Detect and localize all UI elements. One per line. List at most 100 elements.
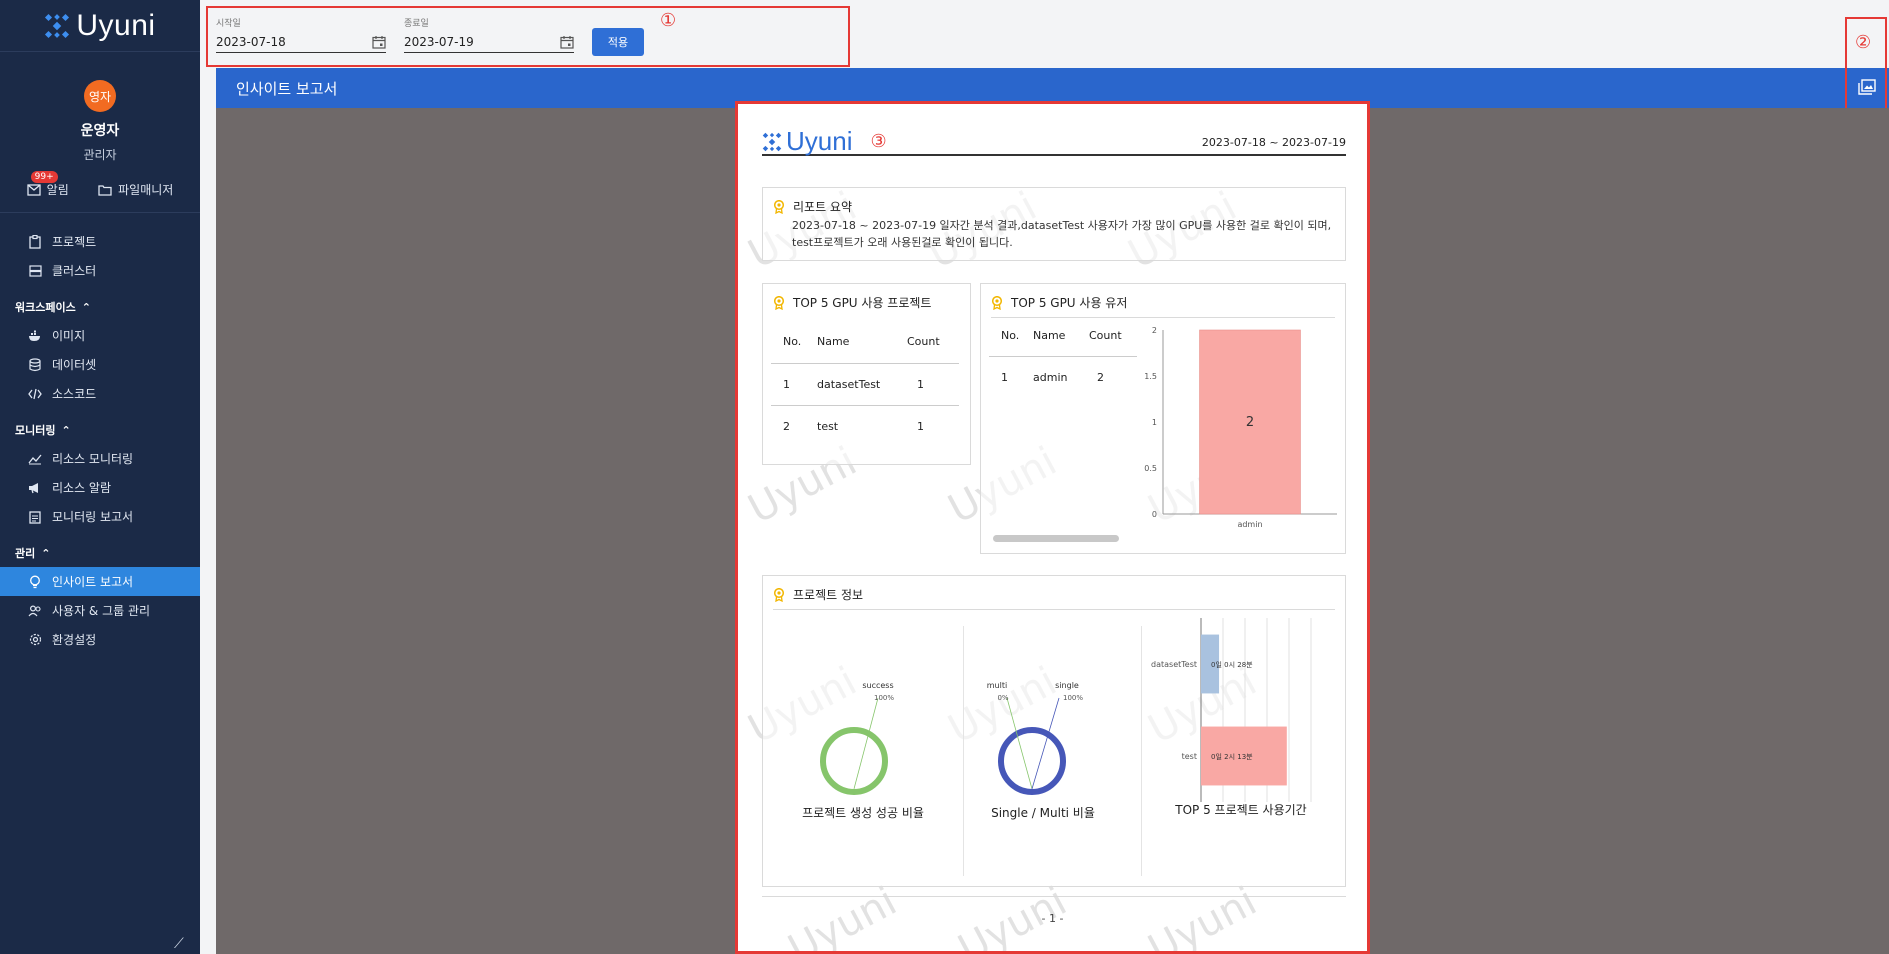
divider — [1141, 626, 1142, 876]
medal-icon — [773, 587, 785, 602]
line-chart-icon — [28, 452, 42, 466]
start-date-label: 시작일 — [216, 19, 241, 29]
file-manager-link[interactable]: 파일매니저 — [98, 181, 173, 198]
image-export-icon[interactable] — [1858, 79, 1876, 95]
sidebar-item-monitoring-report[interactable]: 모니터링 보고서 — [0, 502, 200, 531]
row-count: 2 — [1097, 370, 1104, 384]
end-date-field[interactable]: 종료일 2023-07-19 — [404, 16, 574, 53]
leader-line — [853, 697, 879, 790]
sidebar-item-user-group[interactable]: 사용자 & 그룹 관리 — [0, 596, 200, 625]
table-row[interactable]: 1 admin 2 — [989, 356, 1137, 398]
report-page: Uyuni Uyuni Uyuni Uyuni Uyuni Uyuni Uyun… — [738, 104, 1367, 951]
nav-section-admin[interactable]: 관리 ⌃ — [0, 531, 200, 567]
table-horizontal-scrollbar[interactable] — [993, 535, 1119, 542]
report-page-frame: Uyuni Uyuni Uyuni Uyuni Uyuni Uyuni Uyun… — [735, 101, 1370, 954]
chevron-up-icon: ⌃ — [61, 423, 71, 437]
slice-label: success — [862, 681, 893, 690]
user-name: 운영자 — [80, 123, 120, 139]
medal-icon — [773, 199, 785, 214]
uyuni-logo-icon — [762, 132, 782, 151]
top-projects-title: TOP 5 GPU 사용 프로젝트 — [793, 296, 932, 310]
table-row[interactable]: 1 datasetTest 1 — [771, 363, 959, 406]
divider — [762, 896, 1346, 897]
end-date-input[interactable]: 2023-07-19 — [404, 35, 474, 49]
donut-slice — [820, 727, 888, 795]
app-logo[interactable]: Uyuni — [0, 0, 200, 52]
calendar-icon[interactable] — [372, 35, 386, 49]
report-logo-text: Uyuni — [786, 126, 853, 156]
code-icon — [28, 387, 42, 401]
project-info-card: 프로젝트 정보 success 100% multi 0% single 100% 0일… — [762, 575, 1346, 887]
project-info-title: 프로젝트 정보 — [793, 588, 864, 602]
avatar[interactable]: 영자 — [84, 80, 116, 112]
lightbulb-icon — [28, 575, 42, 589]
top-users-table: No. Name Count 1 admin 2 — [989, 316, 1137, 398]
sidebar-item-insight-report[interactable]: 인사이트 보고서 — [0, 567, 200, 596]
top-users-title: TOP 5 GPU 사용 유저 — [1011, 296, 1128, 310]
sidebar-item-label: 클러스터 — [52, 264, 97, 278]
chart-caption: 프로젝트 생성 성공 비율 — [802, 806, 924, 820]
sidebar-item-label: 사용자 & 그룹 관리 — [52, 604, 151, 618]
sidebar-item-resource-alarm[interactable]: 리소스 알람 — [0, 473, 200, 502]
sidebar-item-label: 소스코드 — [52, 387, 97, 401]
sidebar-item-source-code[interactable]: 소스코드 — [0, 379, 200, 408]
sidebar-item-settings[interactable]: 환경설정 — [0, 625, 200, 654]
page-title: 인사이트 보고서 — [236, 79, 338, 98]
y-tick-label: 0 — [1152, 510, 1157, 519]
top-projects-card: TOP 5 GPU 사용 프로젝트 No. Name Count 1 datas… — [762, 283, 971, 465]
nav-section-workspace[interactable]: 워크스페이스 ⌃ — [0, 285, 200, 321]
bar-data-label: 0일 0시 28분 — [1211, 660, 1253, 669]
sidebar-item-label: 모니터링 보고서 — [52, 510, 134, 524]
slice-value-label: 0% — [997, 694, 1008, 702]
row-number: 2 — [783, 419, 790, 433]
sidebar-item-datasets[interactable]: 데이터셋 — [0, 350, 200, 379]
notifications-label: 알림 — [46, 183, 69, 197]
single-multi-donut-chart: multi 0% single 100% — [987, 681, 1083, 795]
annotation-marker-1: ① — [660, 10, 677, 31]
row-count: 1 — [907, 363, 959, 406]
sidebar-item-clusters[interactable]: 클러스터 — [0, 256, 200, 285]
table-row[interactable]: 2 test 1 — [771, 405, 959, 447]
medal-icon — [991, 295, 1003, 310]
docker-icon — [28, 329, 42, 343]
end-date-label: 종료일 — [404, 19, 429, 29]
start-date-input[interactable]: 2023-07-18 — [216, 35, 286, 49]
slice-value-label: 100% — [874, 694, 894, 702]
y-tick-label: 0.5 — [1144, 464, 1157, 473]
start-date-field[interactable]: 시작일 2023-07-18 — [216, 16, 386, 53]
sidebar-item-resource-monitoring[interactable]: 리소스 모니터링 — [0, 444, 200, 473]
notifications-link[interactable]: 99+ 알림 — [27, 171, 69, 198]
user-profile: 영자 운영자 관리자 — [0, 52, 200, 163]
sidebar-item-label: 데이터셋 — [52, 358, 97, 372]
report-date-range: 2023-07-18 ~ 2023-07-19 — [1201, 136, 1346, 149]
slice-value-label: 100% — [1063, 694, 1083, 702]
sidebar-item-label: 리소스 모니터링 — [52, 452, 134, 466]
file-manager-label: 파일매니저 — [118, 183, 174, 197]
nav-section-monitoring[interactable]: 모니터링 ⌃ — [0, 408, 200, 444]
column-header: Name — [1033, 316, 1089, 357]
x-tick-label: admin — [1237, 520, 1262, 529]
sidebar-item-label: 이미지 — [52, 329, 86, 343]
summary-card: 리포트 요약 2023-07-18 ~ 2023-07-19 일자간 분석 결과… — [762, 187, 1346, 261]
sidebar-item-images[interactable]: 이미지 — [0, 321, 200, 350]
bar-data-label: 0일 2시 13분 — [1211, 752, 1253, 761]
sidebar-item-label: 리소스 알람 — [52, 481, 112, 495]
date-filter-bar: 시작일 2023-07-18 종료일 2023-07-19 적용 ① ② — [200, 0, 1889, 68]
calendar-icon[interactable] — [560, 35, 574, 49]
megaphone-icon — [28, 481, 42, 495]
sidebar-item-projects[interactable]: 프로젝트 — [0, 227, 200, 256]
divider — [773, 609, 1335, 610]
table-header-row: No. Name Count — [771, 321, 959, 364]
mail-icon — [27, 183, 41, 196]
y-tick-label: test — [1182, 752, 1197, 761]
annotation-marker-3: ③ — [870, 131, 887, 152]
sidebar-item-label: 환경설정 — [52, 633, 97, 647]
donut-slice — [998, 727, 1066, 795]
apply-button[interactable]: 적용 — [592, 28, 644, 56]
slice-label: single — [1055, 681, 1079, 690]
nav-section-title: 관리 — [15, 547, 36, 560]
column-header: Name — [817, 321, 907, 364]
row-name: datasetTest — [817, 363, 907, 406]
gear-icon — [28, 633, 42, 647]
collapse-sidebar-icon[interactable]: ⟋ — [174, 936, 184, 952]
